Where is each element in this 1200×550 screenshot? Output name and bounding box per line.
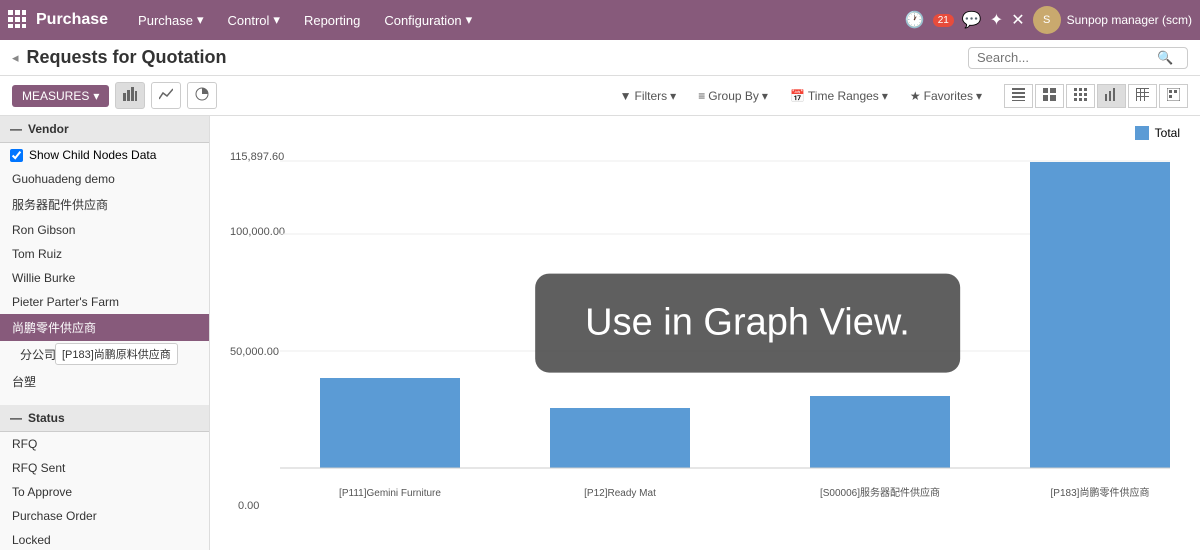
bar-gemini — [320, 378, 460, 468]
group-by-icon: ≡ — [698, 89, 705, 103]
filters-button[interactable]: ▼ Filters ▾ — [612, 85, 685, 107]
sub-bar: ◂ Requests for Quotation 🔍 — [0, 40, 1200, 76]
minus-icon: — — [10, 122, 22, 136]
sidebar-item-vendor-8[interactable]: 台塑 — [0, 368, 209, 395]
y-label-bottom: 0.00 — [238, 500, 259, 512]
back-arrow-icon[interactable]: ◂ — [12, 50, 19, 66]
chevron-down-icon: ▾ — [197, 12, 204, 28]
sidebar-item-vendor-2[interactable]: Ron Gibson — [0, 218, 209, 242]
nav-control[interactable]: Control ▾ — [218, 0, 290, 40]
top-nav: Purchase Purchase ▾ Control ▾ Reporting … — [0, 0, 1200, 40]
minus-icon: — — [10, 411, 22, 425]
search-icon: 🔍 — [1157, 50, 1173, 66]
sidebar-item-vendor-6[interactable]: 尚鹏零件供应商 — [0, 314, 209, 341]
star-icon[interactable]: ✦ — [990, 10, 1003, 30]
legend-label: Total — [1155, 126, 1180, 140]
kanban-view-button[interactable] — [1035, 84, 1064, 108]
line-chart-button[interactable] — [151, 82, 181, 109]
vendor-section-header[interactable]: — Vendor — [0, 116, 209, 143]
user-profile[interactable]: S Sunpop manager (scm) — [1033, 6, 1192, 34]
avatar: S — [1033, 6, 1061, 34]
sidebar-item-status-2[interactable]: To Approve — [0, 480, 209, 504]
search-bar: 🔍 — [968, 47, 1188, 69]
group-by-button[interactable]: ≡ Group By ▾ — [690, 85, 776, 107]
show-child-nodes-item[interactable]: Show Child Nodes Data — [0, 143, 209, 167]
y-label-3: 50,000.00 — [230, 346, 279, 358]
view-buttons — [1004, 84, 1188, 108]
bar-readymat — [550, 408, 690, 468]
search-input[interactable] — [977, 50, 1157, 65]
y-label-2: 100,000.00 — [230, 226, 285, 238]
sidebar-item-vendor-1[interactable]: 服务器配件供应商 — [0, 191, 209, 218]
sidebar-item-vendor-3[interactable]: Tom Ruiz — [0, 242, 209, 266]
chevron-down-icon: ▾ — [882, 89, 888, 103]
toolbar-right: ▼ Filters ▾ ≡ Group By ▾ 📅 Time Ranges ▾… — [612, 84, 1188, 108]
chevron-down-icon: ▾ — [273, 12, 280, 28]
measures-label: MEASURES — [22, 89, 89, 103]
chat-icon[interactable]: 💬 — [962, 10, 982, 30]
main-layout: — Vendor Show Child Nodes Data Guohuaden… — [0, 116, 1200, 550]
sidebar-item-vendor-5[interactable]: Pieter Parter's Farm — [0, 290, 209, 314]
star-icon: ★ — [910, 89, 921, 103]
brand-label: Purchase — [36, 11, 108, 29]
sidebar-item-status-1[interactable]: RFQ Sent — [0, 456, 209, 480]
show-child-nodes-checkbox[interactable] — [10, 149, 23, 162]
svg-text:[P111]Gemini Furniture: [P111]Gemini Furniture — [339, 488, 441, 499]
time-ranges-button[interactable]: 📅 Time Ranges ▾ — [782, 85, 896, 107]
alert-badge: 21 — [933, 14, 954, 27]
overlay-message: Use in Graph View. — [535, 274, 960, 373]
pivot-view-button[interactable] — [1128, 84, 1157, 108]
user-name: Sunpop manager (scm) — [1067, 13, 1192, 27]
nav-reporting[interactable]: Reporting — [294, 0, 370, 40]
toolbar: MEASURES ▾ ▼ Filters ▾ ≡ Group By ▾ 📅 Ti… — [0, 76, 1200, 116]
list-view-button[interactable] — [1004, 84, 1033, 108]
chevron-down-icon: ▾ — [93, 89, 99, 103]
bar-shangpeng — [1030, 162, 1170, 468]
sidebar: — Vendor Show Child Nodes Data Guohuaden… — [0, 116, 210, 550]
activity-view-button[interactable] — [1159, 84, 1188, 108]
bar-chart-button[interactable] — [115, 82, 145, 109]
svg-text:[P183]尚鹏零件供应商: [P183]尚鹏零件供应商 — [1051, 486, 1150, 499]
sidebar-item-status-3[interactable]: Purchase Order — [0, 504, 209, 528]
pie-chart-button[interactable] — [187, 82, 217, 109]
sidebar-item-vendor-0[interactable]: Guohuadeng demo — [0, 167, 209, 191]
sidebar-item-status-0[interactable]: RFQ — [0, 432, 209, 456]
grid-view-button[interactable] — [1066, 84, 1095, 108]
page-title: Requests for Quotation — [27, 47, 968, 68]
sidebar-item-vendor-4[interactable]: Willie Burke — [0, 266, 209, 290]
sidebar-item-vendor-7[interactable]: 分公司海外 [P183]尚鹏原料供应商 — [0, 341, 209, 368]
tooltip-label: [P183]尚鹏原料供应商 — [55, 343, 178, 365]
chevron-down-icon: ▾ — [466, 12, 473, 28]
y-label-top: 115,897.60 — [230, 151, 284, 163]
close-icon[interactable]: ✕ — [1011, 10, 1024, 30]
favorites-button[interactable]: ★ Favorites ▾ — [902, 85, 990, 107]
filter-icon: ▼ — [620, 89, 632, 103]
chevron-down-icon: ▾ — [976, 89, 982, 103]
chevron-down-icon: ▾ — [762, 89, 768, 103]
app-grid-icon[interactable] — [8, 10, 26, 31]
measures-button[interactable]: MEASURES ▾ — [12, 85, 109, 107]
chart-view-button[interactable] — [1097, 84, 1126, 108]
chart-area: Total 115,897.60 100,000.00 50,000.00 0.… — [210, 116, 1200, 550]
svg-text:[S00006]服务器配件供应商: [S00006]服务器配件供应商 — [820, 486, 940, 499]
nav-purchase[interactable]: Purchase ▾ — [128, 0, 213, 40]
clock-icon[interactable]: 🕐 — [905, 10, 925, 30]
svg-text:[P12]Ready Mat: [P12]Ready Mat — [584, 488, 656, 499]
legend-color-dot — [1135, 126, 1149, 140]
nav-configuration[interactable]: Configuration ▾ — [374, 0, 482, 40]
nav-right: 🕐 21 💬 ✦ ✕ S Sunpop manager (scm) — [905, 6, 1192, 34]
chart-legend: Total — [1135, 126, 1180, 140]
sidebar-item-status-4[interactable]: Locked — [0, 528, 209, 550]
nav-items: Purchase ▾ Control ▾ Reporting Configura… — [128, 0, 905, 40]
calendar-icon: 📅 — [790, 89, 805, 103]
bar-server — [810, 396, 950, 468]
chevron-down-icon: ▾ — [670, 89, 676, 103]
status-section-header[interactable]: — Status — [0, 405, 209, 432]
